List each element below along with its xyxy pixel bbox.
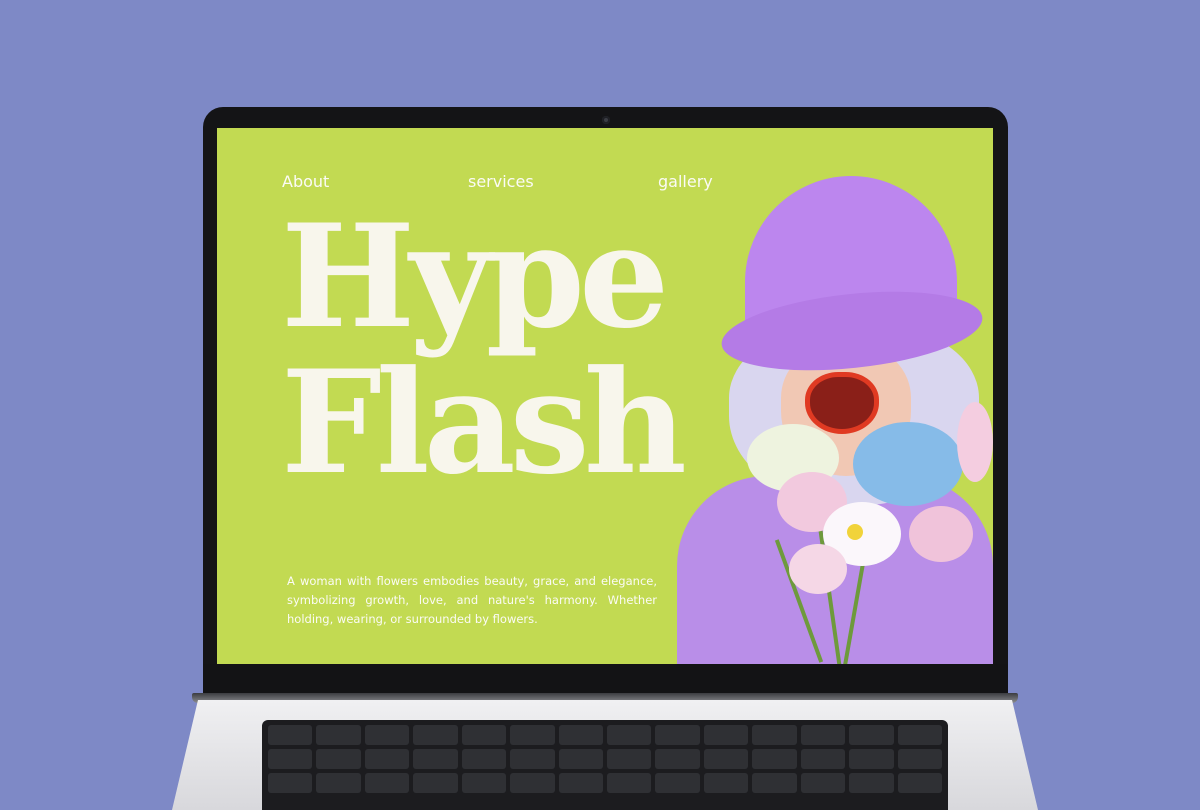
hero-photo-woman-with-flowers bbox=[677, 176, 993, 664]
keyboard-key bbox=[849, 773, 894, 793]
hero-description: A woman with flowers embodies beauty, gr… bbox=[287, 574, 657, 626]
keyboard-key bbox=[752, 749, 797, 769]
nav-link-about[interactable]: About bbox=[282, 172, 329, 191]
keyboard-key bbox=[655, 725, 700, 745]
pink-cosmos-flower bbox=[789, 544, 847, 594]
keyboard-key bbox=[703, 749, 749, 769]
keyboard-key bbox=[606, 749, 652, 769]
keyboard-key bbox=[413, 749, 458, 769]
blue-hydrangea-flower bbox=[853, 422, 963, 506]
hero-title-line-1: Hype bbox=[281, 194, 669, 360]
keyboard-key bbox=[461, 773, 507, 793]
keyboard-key bbox=[461, 749, 507, 769]
keyboard bbox=[262, 720, 948, 810]
hero-title: Hype Flash bbox=[281, 194, 687, 506]
keyboard-key bbox=[800, 773, 846, 793]
keyboard-key bbox=[703, 773, 749, 793]
website-screen: About services gallery Hype Flash A woma… bbox=[217, 128, 993, 664]
keyboard-key bbox=[510, 749, 555, 769]
keyboard-key bbox=[849, 725, 894, 745]
keyboard-key bbox=[897, 773, 942, 793]
keyboard-key bbox=[364, 773, 410, 793]
keyboard-key bbox=[752, 773, 797, 793]
keyboard-key bbox=[364, 725, 410, 745]
keyboard-key bbox=[752, 725, 797, 745]
keyboard-key bbox=[897, 749, 942, 769]
keyboard-key bbox=[800, 725, 846, 745]
keyboard-key bbox=[316, 725, 361, 745]
keyboard-key bbox=[558, 749, 603, 769]
pink-cosmos-flower bbox=[909, 506, 973, 562]
keyboard-key bbox=[655, 749, 700, 769]
nav-link-services[interactable]: services bbox=[468, 172, 534, 191]
keyboard-key bbox=[316, 773, 361, 793]
keyboard-key bbox=[510, 773, 555, 793]
keyboard-key bbox=[316, 749, 361, 769]
keyboard-key bbox=[268, 725, 313, 745]
keyboard-key bbox=[558, 773, 603, 793]
keyboard-key bbox=[606, 725, 652, 745]
daisy-center bbox=[847, 524, 863, 540]
keyboard-key bbox=[897, 725, 942, 745]
keyboard-key bbox=[655, 773, 700, 793]
keyboard-key bbox=[461, 725, 507, 745]
keyboard-key bbox=[510, 725, 555, 745]
keyboard-key bbox=[800, 749, 846, 769]
pink-cosmos-flower bbox=[957, 402, 993, 482]
hero-title-line-2: Flash bbox=[281, 340, 687, 506]
keyboard-key bbox=[413, 773, 458, 793]
keyboard-key bbox=[558, 725, 603, 745]
webcam-icon bbox=[602, 116, 610, 124]
open-mouth bbox=[805, 372, 879, 434]
keyboard-key bbox=[703, 725, 749, 745]
laptop-bezel-chin bbox=[203, 664, 1008, 695]
keyboard-key bbox=[268, 773, 313, 793]
keyboard-key bbox=[849, 749, 894, 769]
keyboard-key bbox=[413, 725, 458, 745]
keyboard-key bbox=[606, 773, 652, 793]
keyboard-key bbox=[364, 749, 410, 769]
keyboard-key bbox=[268, 749, 313, 769]
